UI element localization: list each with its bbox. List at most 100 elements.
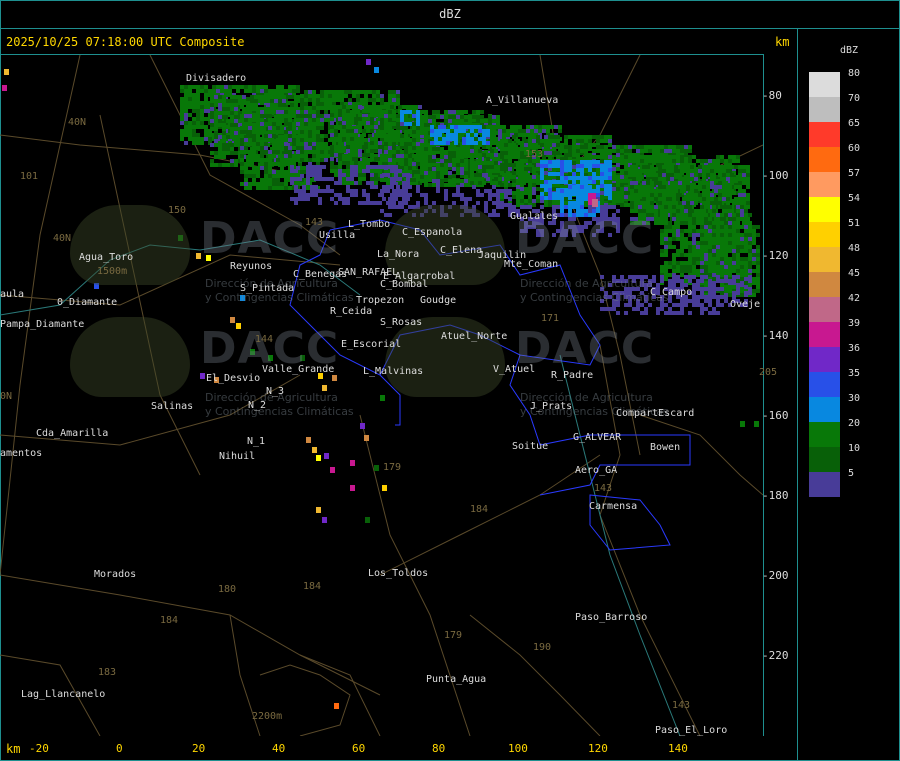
echo-cell [728,293,732,297]
echo-cell [662,165,666,169]
echo-cell [444,159,448,163]
echo-cell [708,241,712,245]
echo-cell [728,273,732,277]
echo-cell [264,170,268,174]
echo-cell [734,165,738,169]
echo-cell [612,149,616,153]
echo-cell [660,253,664,257]
echo-cell [456,159,460,163]
echo-cell [620,199,624,203]
echo-cell [494,177,498,181]
echo-cell [732,237,736,241]
echo-cell [460,110,464,114]
echo-cell [332,98,336,102]
echo-cell [424,127,428,131]
echo-cell [218,147,222,151]
echo-cell [508,143,512,147]
echo-cell [370,105,374,109]
echo-cell [416,130,420,134]
echo-cell [356,98,360,102]
echo-cell [536,175,540,179]
echo-cell [748,221,752,225]
echo-cell [230,147,234,151]
echo-cell [654,221,658,225]
echo-cell [366,121,370,125]
echo-cell [644,155,648,159]
echo-cell [474,165,478,169]
echo-cell [330,177,334,181]
echo-cell [698,185,702,189]
echo-cell [304,150,308,154]
echo-cell [672,217,676,221]
echo-cell [568,145,572,149]
echo-cell [392,98,396,102]
echo-cell [690,197,694,201]
echo-cell [200,117,204,121]
echo-cell [716,213,720,217]
echo-cell [282,95,286,99]
echo-cell [710,165,714,169]
echo-cell [300,170,304,174]
echo-cell [666,173,670,177]
echo-cell [740,261,744,265]
echo-cell [664,159,668,163]
echo-cell [510,125,514,129]
echo-cell [214,155,218,159]
echo-cell [516,139,520,143]
echo-cell [218,95,222,99]
echo-cell [180,101,184,105]
echo-cell [338,193,342,197]
echo-cell [710,197,714,201]
echo-cell [272,170,276,174]
echo-cell [288,89,292,93]
echo-cell [700,209,704,213]
echo-cell [350,121,354,125]
echo-cell [718,181,722,185]
echo-cell [404,150,408,154]
echo-cell [272,126,276,130]
echo-cell [736,209,740,213]
echo-cell [658,201,662,205]
echo-cell [710,177,714,181]
echo-cell [706,181,710,185]
echo-cell [288,138,292,142]
echo-cell [620,203,624,207]
echo-cell [456,147,460,151]
echo-cell [350,145,354,149]
echo-cell [464,175,468,179]
echo-cell [668,265,672,269]
echo-cell [720,237,724,241]
echo-cell [680,273,684,277]
echo-cell [742,173,746,177]
echo-cell [736,159,740,163]
echo-cell [678,173,682,177]
echo-cell [204,97,208,101]
echo-cell [666,189,670,193]
echo-cell [738,189,742,193]
echo-cell [732,159,736,163]
echo-cell [744,261,748,265]
echo-cell [736,221,740,225]
echo-cell [204,133,208,137]
echo-cell [716,159,720,163]
echo-cell [718,169,722,173]
echo-cell [358,105,362,109]
echo-cell [384,150,388,154]
echo-cell [276,138,280,142]
echo-cell [752,253,756,257]
echo-cell [234,111,238,115]
echo-cell [294,169,298,173]
echo-cell [388,146,392,150]
echo-cell [244,122,248,126]
echo-cell [688,145,692,149]
radar-plot-area[interactable]: DACC Dirección de Agricultura y Continge… [0,54,777,736]
echo-cell [536,179,540,183]
echo-cell [464,171,468,175]
echo-cell [276,186,280,190]
echo-cell [668,245,672,249]
echo-cell [380,178,384,182]
echo-cell [748,249,752,253]
echo-cell [648,155,652,159]
echo-cell [366,169,370,173]
echo-cell [630,169,634,173]
